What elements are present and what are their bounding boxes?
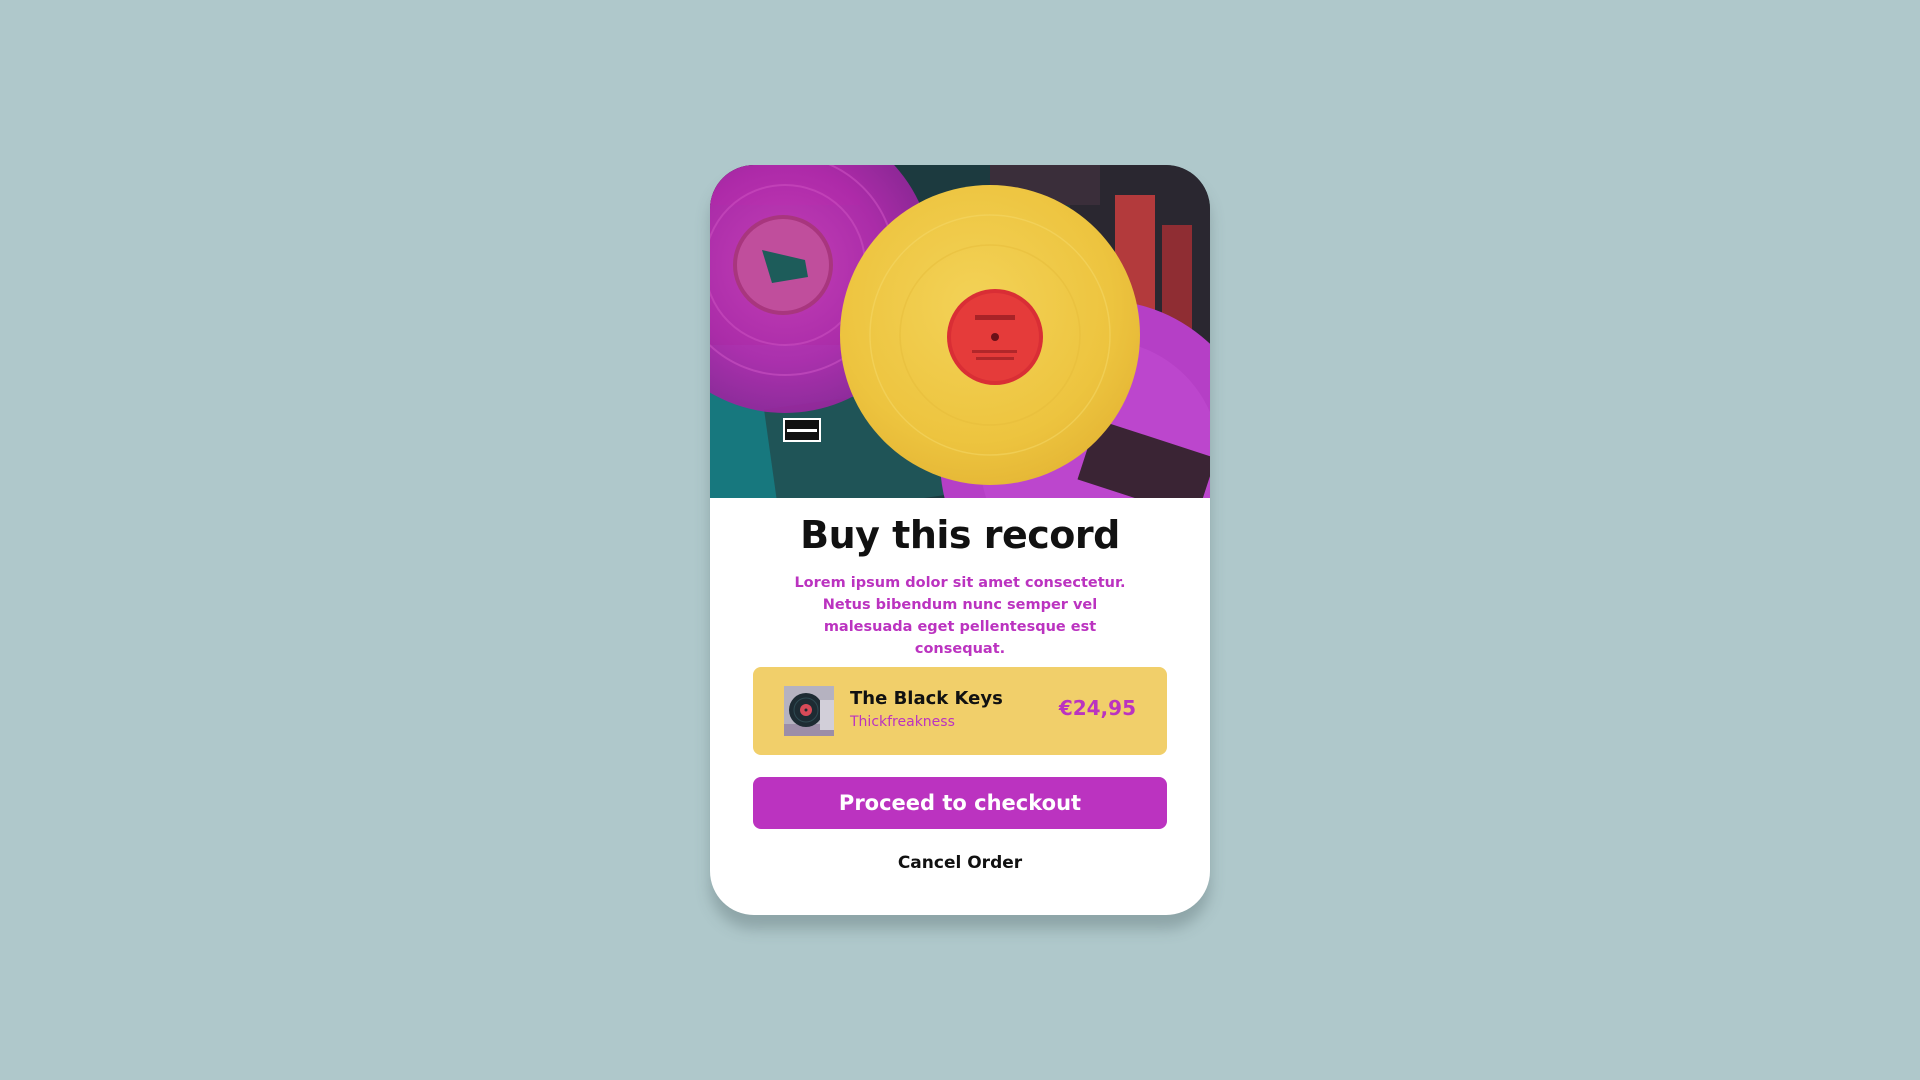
hero-image xyxy=(710,165,1210,498)
cancel-order-button[interactable]: Cancel Order xyxy=(710,853,1210,873)
item-artist: The Black Keys xyxy=(850,688,1003,709)
order-card: Buy this record Lorem ipsum dolor sit am… xyxy=(710,165,1210,915)
album-thumbnail xyxy=(784,686,834,736)
item-price: €24,95 xyxy=(1058,696,1136,720)
order-item: The Black Keys Thickfreakness €24,95 xyxy=(753,667,1167,755)
card-description: Lorem ipsum dolor sit amet consectetur. … xyxy=(794,575,1126,657)
item-album: Thickfreakness xyxy=(850,714,955,730)
proceed-to-checkout-button[interactable]: Proceed to checkout xyxy=(753,777,1167,829)
card-title: Buy this record xyxy=(800,513,1120,557)
